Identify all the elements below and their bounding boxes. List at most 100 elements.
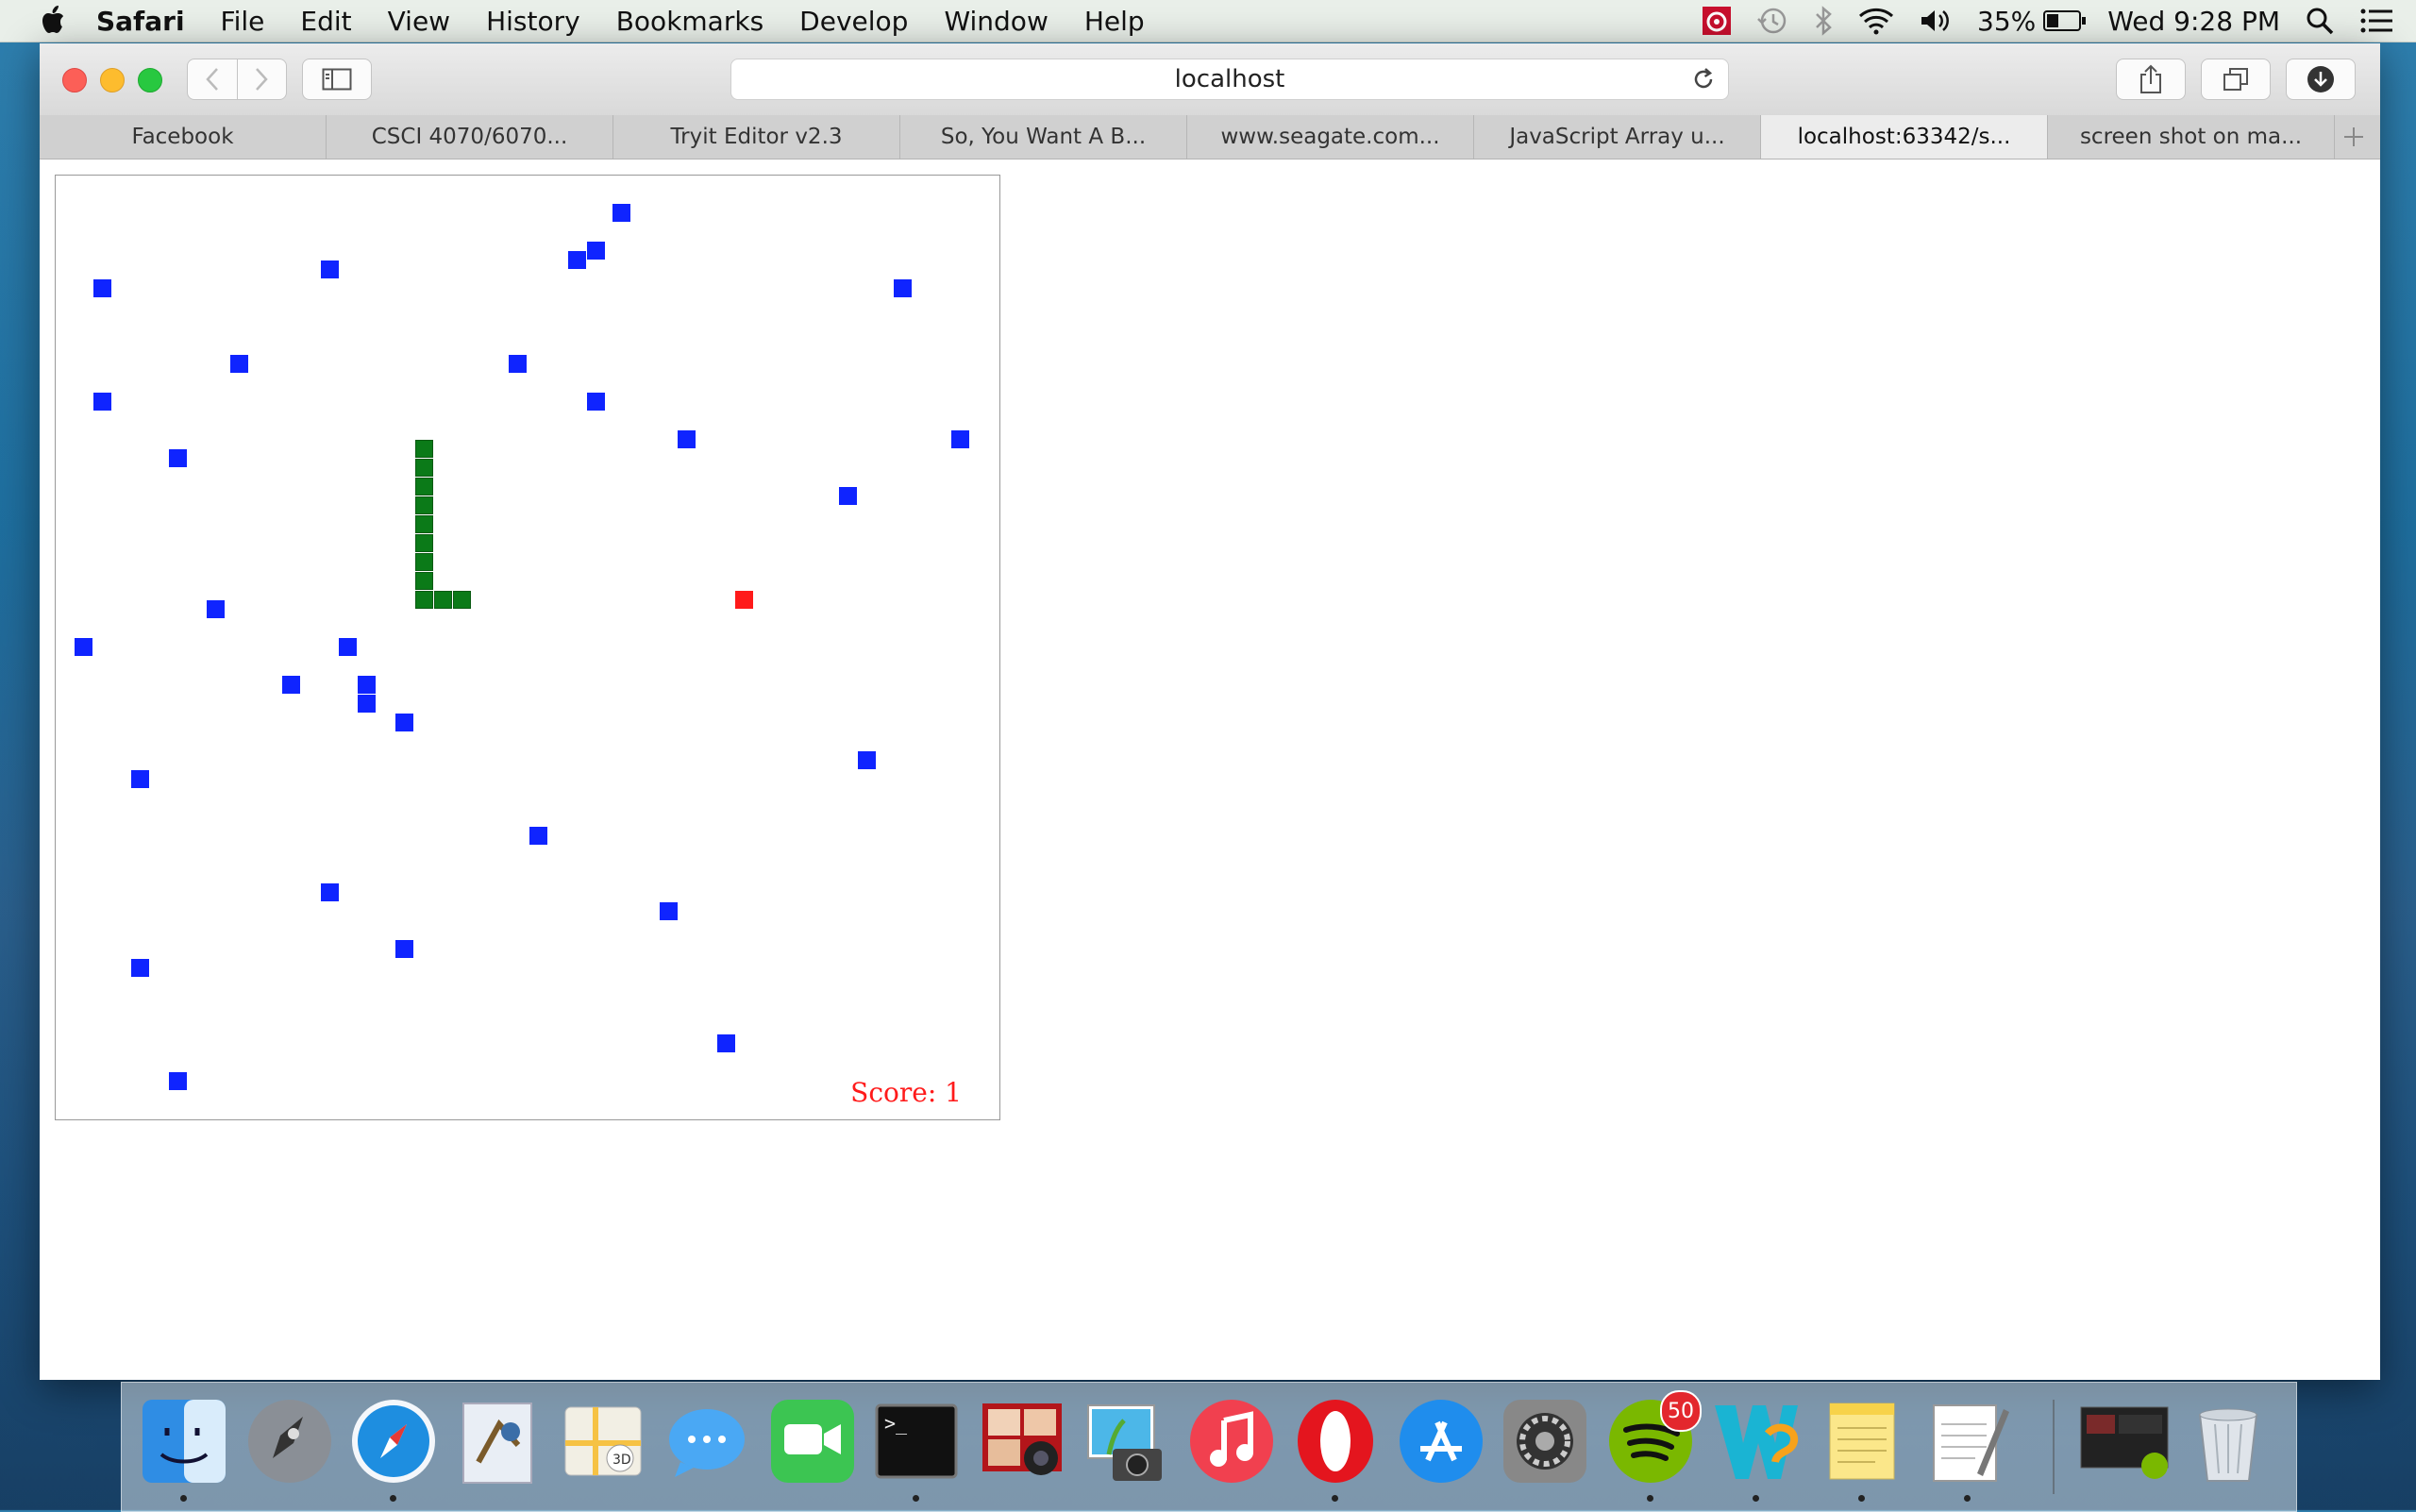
reload-icon: [1694, 68, 1713, 89]
obstacle-block: [321, 260, 339, 278]
obstacle-block: [678, 430, 696, 448]
dock-system-preferences-icon[interactable]: [1500, 1396, 1590, 1487]
dock-facetime-icon[interactable]: [767, 1396, 858, 1487]
dock-itunes-icon[interactable]: [1186, 1396, 1277, 1487]
dock-textedit-icon[interactable]: [1922, 1396, 2013, 1502]
dock-opera-icon[interactable]: [1290, 1396, 1381, 1502]
maximize-window-button[interactable]: [138, 68, 162, 92]
dock-screenshot-thumbnail-icon[interactable]: [2079, 1396, 2170, 1487]
obstacle-block: [587, 393, 605, 411]
dock-mail-icon[interactable]: [454, 1396, 545, 1487]
obstacle-block: [587, 242, 605, 260]
dock-launchpad-icon[interactable]: [244, 1396, 335, 1487]
running-indicator: [1753, 1495, 1759, 1502]
menu-help[interactable]: Help: [1084, 6, 1145, 37]
apple-menu-icon[interactable]: [38, 5, 66, 37]
dock-finder-icon[interactable]: [139, 1396, 229, 1502]
share-button[interactable]: [2116, 59, 2186, 100]
tab-tryit-editor[interactable]: Tryit Editor v2.3: [613, 115, 900, 159]
new-tab-button[interactable]: [2335, 115, 2373, 159]
menu-view[interactable]: View: [388, 6, 450, 37]
menu-history[interactable]: History: [486, 6, 580, 37]
downloads-button[interactable]: [2286, 59, 2356, 100]
obstacle-block: [93, 393, 111, 411]
menu-window[interactable]: Window: [944, 6, 1048, 37]
wifi-icon[interactable]: [1858, 7, 1894, 35]
dock-terminal-icon[interactable]: >_: [871, 1396, 962, 1502]
share-icon: [2140, 64, 2161, 93]
time-machine-icon[interactable]: [1756, 6, 1788, 36]
dock: 3D >_ 50: [121, 1382, 2297, 1512]
volume-icon[interactable]: [1919, 7, 1953, 35]
chevron-right-icon: [256, 68, 268, 91]
obstacle-block: [207, 600, 225, 618]
bluetooth-icon[interactable]: [1813, 6, 1834, 36]
menu-bookmarks[interactable]: Bookmarks: [616, 6, 763, 37]
battery-icon[interactable]: [2043, 9, 2087, 32]
notification-badge: 50: [1660, 1390, 1702, 1432]
dock-spotify-icon[interactable]: 50: [1605, 1390, 1702, 1502]
show-all-tabs-button[interactable]: [2201, 59, 2271, 100]
menu-clock[interactable]: Wed 9:28 PM: [2107, 6, 2280, 37]
dock-messages-icon[interactable]: [662, 1396, 752, 1487]
tab-so-you-want[interactable]: So, You Want A B...: [900, 115, 1187, 159]
tab-localhost[interactable]: localhost:63342/s...: [1761, 115, 2048, 159]
dock-photo-booth-icon[interactable]: [977, 1396, 1067, 1487]
menu-app-name[interactable]: Safari: [96, 6, 185, 37]
dock-trash-icon[interactable]: [2183, 1396, 2273, 1487]
obstacle-block: [169, 1072, 187, 1090]
snake-segment: [415, 534, 433, 552]
battery-percent[interactable]: 35%: [1977, 6, 2036, 37]
obstacle-block: [529, 827, 547, 845]
obstacle-block: [230, 355, 248, 373]
tab-screen-shot[interactable]: screen shot on ma...: [2048, 115, 2335, 159]
menu-edit[interactable]: Edit: [300, 6, 351, 37]
snake-segment: [434, 591, 452, 609]
dock-webstorm-icon[interactable]: [1711, 1396, 1802, 1502]
tab-facebook[interactable]: Facebook: [40, 115, 327, 159]
obstacle-block: [395, 940, 413, 958]
show-sidebar-button[interactable]: [302, 59, 372, 100]
spotlight-search-icon[interactable]: [2305, 6, 2335, 36]
snake-segment: [415, 553, 433, 571]
obstacle-block: [509, 355, 527, 373]
dock-stickies-icon[interactable]: [1817, 1396, 1907, 1502]
snake-segment: [415, 440, 433, 458]
obstacle-block: [93, 279, 111, 297]
dock-safari-icon[interactable]: [348, 1396, 439, 1502]
address-bar[interactable]: localhost: [730, 59, 1729, 100]
sidebar-icon: [322, 68, 352, 91]
obstacle-block: [717, 1034, 735, 1052]
minimize-window-button[interactable]: [100, 68, 125, 92]
snake-segment: [415, 478, 433, 496]
page-content: Score: 1: [40, 160, 2380, 1380]
address-text: localhost: [1174, 65, 1285, 93]
notification-center-icon[interactable]: [2359, 8, 2393, 34]
obstacle-block: [282, 676, 300, 694]
download-icon: [2307, 66, 2334, 92]
running-indicator: [1858, 1495, 1865, 1502]
menu-develop[interactable]: Develop: [799, 6, 908, 37]
obstacle-block: [951, 430, 969, 448]
reload-button[interactable]: [1690, 66, 1717, 99]
snake-game-canvas[interactable]: Score: 1: [55, 175, 1000, 1120]
dock-iphoto-icon[interactable]: [1081, 1396, 1171, 1487]
close-window-button[interactable]: [62, 68, 87, 92]
tab-seagate[interactable]: www.seagate.com...: [1187, 115, 1474, 159]
screen-recorder-icon[interactable]: [1702, 6, 1732, 36]
menu-file[interactable]: File: [221, 6, 265, 37]
obstacle-block: [395, 714, 413, 731]
back-button[interactable]: [188, 59, 237, 99]
dock-app-store-icon[interactable]: [1396, 1396, 1486, 1487]
tab-javascript-array[interactable]: JavaScript Array u...: [1474, 115, 1761, 159]
forward-button[interactable]: [237, 59, 286, 99]
tab-csci[interactable]: CSCI 4070/6070...: [327, 115, 613, 159]
running-indicator: [1647, 1495, 1653, 1502]
status-area: 35% Wed 9:28 PM: [1677, 0, 2416, 42]
browser-toolbar: localhost: [40, 43, 2380, 116]
dock-maps-icon[interactable]: 3D: [558, 1396, 648, 1487]
chevron-left-icon: [206, 68, 218, 91]
safari-window: localhost Facebook CSCI 4070/6070... Try…: [40, 43, 2380, 1380]
obstacle-block: [894, 279, 912, 297]
obstacle-block: [131, 959, 149, 977]
